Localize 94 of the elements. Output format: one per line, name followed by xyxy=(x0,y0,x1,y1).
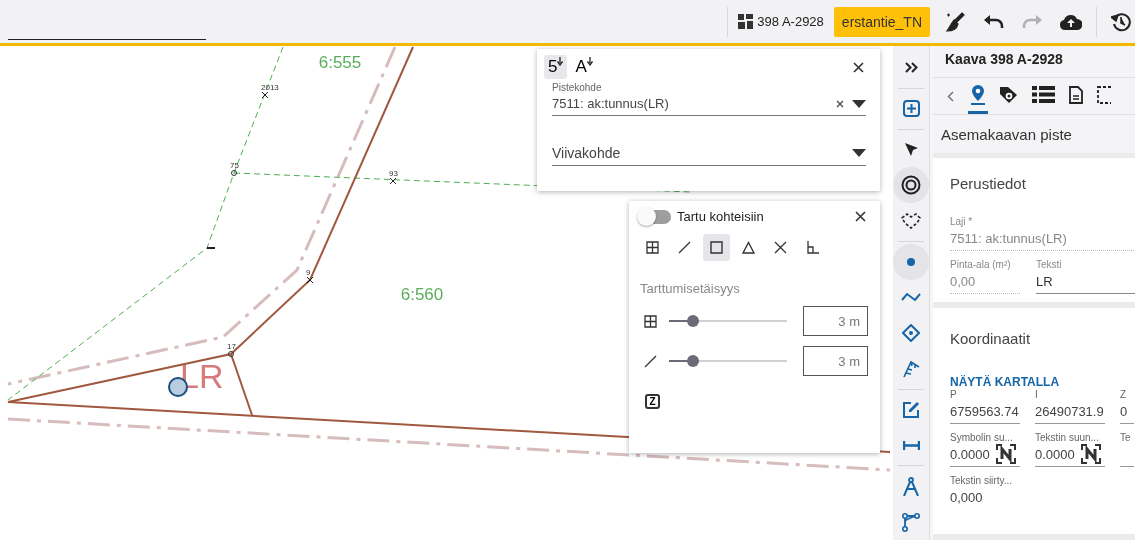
point-number: 2013 xyxy=(261,83,279,92)
triangle-icon xyxy=(742,241,755,254)
undo-icon xyxy=(984,14,1004,29)
close-icon xyxy=(855,211,866,222)
tick-mark xyxy=(207,247,215,249)
plan-label: 398 A-2928 xyxy=(757,14,824,29)
coordinate-field[interactable]: Symbolin su... 0.0000 xyxy=(950,432,1020,467)
point-circle-icon xyxy=(231,170,237,176)
add-box-icon xyxy=(902,100,920,118)
mode-button[interactable]: A xyxy=(571,55,597,79)
line-feature-select[interactable]: Viivakohde xyxy=(552,145,866,166)
redo-icon xyxy=(1022,14,1042,29)
tag-pin-icon xyxy=(999,85,1018,104)
branch-icon xyxy=(902,512,920,532)
wave-icon xyxy=(901,292,921,303)
dropdown-caret-icon[interactable] xyxy=(852,99,866,108)
compass-icon xyxy=(903,476,919,496)
history-icon xyxy=(1111,11,1131,32)
coordinate-field[interactable]: Tekstin siirty... 0,000 xyxy=(950,475,1020,509)
point-number: 17 xyxy=(227,342,236,351)
target-tool-button[interactable] xyxy=(893,167,929,204)
slope-icon xyxy=(902,360,920,378)
arrow-down-icon xyxy=(586,57,593,66)
mode-button[interactable]: 5 xyxy=(544,55,568,79)
line-icon xyxy=(644,354,657,368)
line-icon xyxy=(678,241,691,254)
toggle-switch[interactable] xyxy=(639,209,671,224)
double-chevron-icon xyxy=(904,62,918,74)
brush-icon xyxy=(944,11,966,32)
section-title: Koordinaatit xyxy=(950,330,1032,347)
point-number: 93 xyxy=(389,169,398,178)
parcel-label: 6:560 xyxy=(400,285,444,304)
square-snap-button[interactable] xyxy=(703,234,730,261)
measure-icon xyxy=(902,441,920,451)
close-button[interactable] xyxy=(853,209,868,224)
distance-input[interactable]: 3 m xyxy=(803,346,868,376)
section-title: Perustiedot xyxy=(950,175,1027,192)
dropdown-caret-icon[interactable] xyxy=(852,149,866,157)
pointer-icon xyxy=(904,142,918,156)
coordinate-field[interactable]: P 6759563.74 xyxy=(950,389,1020,424)
dashed-shape-icon xyxy=(901,212,921,229)
target-icon xyxy=(901,175,921,196)
corner-icon xyxy=(806,241,819,254)
point-cross-icon xyxy=(389,177,397,185)
back-button[interactable] xyxy=(947,90,954,102)
slider-thumb[interactable] xyxy=(686,315,699,327)
point-cross-icon xyxy=(261,91,269,99)
parcel-label: 6:555 xyxy=(318,53,362,72)
field-value: 7511: ak:tunnus(LR) xyxy=(552,96,670,111)
coordinate-field[interactable]: Te xyxy=(1120,432,1134,467)
diamond-icon xyxy=(902,324,920,343)
north-arrow-icon[interactable] xyxy=(1080,444,1101,464)
list-icon xyxy=(1032,86,1055,103)
toggle-label: Tartu kohteisiin xyxy=(677,209,764,224)
distance-input[interactable]: 3 m xyxy=(803,306,868,336)
blocks-icon xyxy=(738,14,754,29)
distance-slider[interactable] xyxy=(669,355,787,367)
grid-icon xyxy=(646,241,659,254)
north-arrow-icon[interactable] xyxy=(995,444,1016,464)
document-icon xyxy=(1069,85,1083,104)
field-label: Pistekohde xyxy=(552,82,603,93)
arrow-down-icon xyxy=(557,57,564,66)
coordinate-field[interactable]: Z 0 xyxy=(1120,389,1134,424)
point-cross-icon xyxy=(306,276,314,284)
square-icon xyxy=(710,241,723,254)
distance-slider[interactable] xyxy=(669,315,787,327)
type-field: Laji * 7511: ak:tunnus(LR) xyxy=(950,216,1135,251)
grid-icon xyxy=(644,314,657,328)
close-button[interactable] xyxy=(851,59,866,75)
chevron-left-icon xyxy=(947,90,954,102)
point-circle-icon xyxy=(228,351,234,357)
point-tool-button[interactable] xyxy=(893,243,929,280)
coordinate-field[interactable]: I 26490731.9 xyxy=(1035,389,1105,424)
z-key-button[interactable]: Z xyxy=(645,394,660,409)
point-number: 9 xyxy=(306,268,311,277)
dashed-selection-icon xyxy=(1097,85,1111,104)
cloud-upload-icon xyxy=(1060,13,1082,30)
slider-thumb[interactable] xyxy=(686,355,699,367)
point-number: 75 xyxy=(230,161,239,170)
text-field[interactable]: Teksti LR xyxy=(1036,259,1135,294)
cross-icon xyxy=(774,241,787,254)
area-field: Pinta-ala (m²) 0,00 xyxy=(950,259,1020,294)
section-title: Tarttumisetäisyys xyxy=(640,281,741,296)
location-pin-icon xyxy=(971,84,985,105)
edit-icon xyxy=(902,401,920,419)
feature-type-title: Asemakaavan piste xyxy=(941,125,1072,143)
clear-icon[interactable] xyxy=(836,99,844,108)
panel-title: Kaava 398 A-2928 xyxy=(945,51,1063,67)
user-button[interactable]: erstantie_TN xyxy=(833,6,930,37)
dot-icon xyxy=(907,257,915,266)
close-icon xyxy=(853,61,864,73)
point-feature-select[interactable]: Pistekohde 7511: ak:tunnus(LR) xyxy=(552,79,866,116)
show-on-map-link[interactable]: NÄYTÄ KARTALLA xyxy=(950,375,1135,389)
coordinate-field[interactable]: Tekstin suun... 0.0000 xyxy=(1035,432,1105,467)
